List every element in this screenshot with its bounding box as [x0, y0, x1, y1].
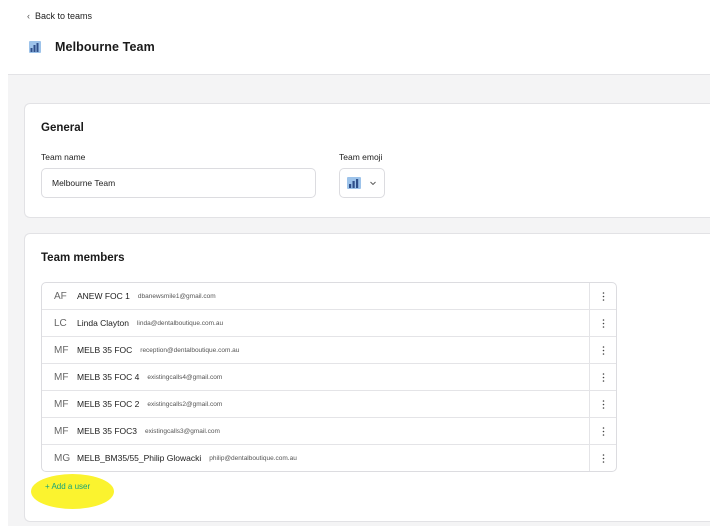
more-vertical-icon — [602, 453, 604, 463]
avatar: MF — [54, 425, 69, 437]
member-email: existingcalls4@gmail.com — [147, 373, 223, 381]
avatar: LC — [54, 317, 67, 329]
avatar: MG — [54, 452, 71, 464]
list-item: LC Linda Clayton linda@dentalboutique.co… — [42, 310, 616, 337]
team-name-input[interactable] — [41, 168, 316, 198]
more-vertical-icon — [602, 426, 604, 436]
more-vertical-icon — [602, 345, 604, 355]
chevron-left-icon: ‹ — [27, 11, 30, 21]
more-vertical-icon — [602, 372, 604, 382]
member-info: MF MELB 35 FOC reception@dentalboutique.… — [42, 337, 589, 363]
team-emoji-select[interactable] — [339, 168, 385, 198]
back-to-teams-link[interactable]: ‹ Back to teams — [27, 11, 92, 21]
avatar: MF — [54, 344, 69, 356]
member-info: AF ANEW FOC 1 dbanewsmile1@gmail.com — [42, 283, 589, 309]
page-title: Melbourne Team — [55, 40, 155, 54]
member-name: MELB_BM35/55_Philip Glowacki — [77, 453, 202, 463]
bar-chart-emoji-icon — [347, 177, 361, 189]
team-members-card: Team members AF ANEW FOC 1 dbanewsmile1@… — [24, 233, 710, 522]
avatar: AF — [54, 290, 67, 302]
chevron-down-icon — [370, 181, 376, 186]
member-name: MELB 35 FOC3 — [77, 426, 137, 436]
list-item: AF ANEW FOC 1 dbanewsmile1@gmail.com — [42, 283, 616, 310]
list-item: MF MELB 35 FOC reception@dentalboutique.… — [42, 337, 616, 364]
avatar: MF — [54, 371, 69, 383]
add-user-link[interactable]: + Add a user — [45, 482, 90, 491]
member-options-button[interactable] — [589, 445, 616, 471]
more-vertical-icon — [602, 318, 604, 328]
member-options-button[interactable] — [589, 310, 616, 336]
member-name: MELB 35 FOC 4 — [77, 372, 140, 382]
member-options-button[interactable] — [589, 391, 616, 417]
back-label: Back to teams — [35, 11, 93, 21]
list-item: MF MELB 35 FOC3 existingcalls3@gmail.com — [42, 418, 616, 445]
member-name: ANEW FOC 1 — [77, 291, 130, 301]
member-options-button[interactable] — [589, 364, 616, 390]
member-email: reception@dentalboutique.com.au — [140, 346, 240, 354]
page-header: ‹ Back to teams Melbourne Team — [0, 0, 710, 74]
team-name-label: Team name — [41, 152, 86, 162]
member-info: LC Linda Clayton linda@dentalboutique.co… — [42, 310, 589, 336]
member-email: linda@dentalboutique.com.au — [136, 319, 224, 327]
member-name: Linda Clayton — [77, 318, 129, 328]
member-name: MELB 35 FOC — [77, 345, 133, 355]
general-heading: General — [41, 122, 84, 134]
list-item: MF MELB 35 FOC 4 existingcalls4@gmail.co… — [42, 364, 616, 391]
member-info: MF MELB 35 FOC3 existingcalls3@gmail.com — [42, 418, 589, 444]
highlight-annotation — [31, 474, 114, 509]
member-options-button[interactable] — [589, 337, 616, 363]
member-options-button[interactable] — [589, 418, 616, 444]
member-email: dbanewsmile1@gmail.com — [137, 292, 216, 300]
team-members-heading: Team members — [41, 252, 125, 264]
member-email: philip@dentalboutique.com.au — [209, 454, 297, 462]
member-info: MF MELB 35 FOC 2 existingcalls2@gmail.co… — [42, 391, 589, 417]
member-info: MG MELB_BM35/55_Philip Glowacki philip@d… — [42, 445, 589, 471]
member-email: existingcalls2@gmail.com — [147, 400, 223, 408]
title-row: Melbourne Team — [29, 40, 155, 54]
team-emoji-label: Team emoji — [339, 152, 383, 162]
members-list: AF ANEW FOC 1 dbanewsmile1@gmail.com LC … — [41, 282, 617, 472]
member-email: existingcalls3@gmail.com — [145, 427, 220, 435]
list-item: MF MELB 35 FOC 2 existingcalls2@gmail.co… — [42, 391, 616, 418]
bar-chart-emoji-icon — [29, 41, 41, 53]
more-vertical-icon — [602, 291, 604, 301]
more-vertical-icon — [602, 399, 604, 409]
general-card: General Team name Team emoji — [24, 103, 710, 218]
member-options-button[interactable] — [589, 283, 616, 309]
list-item: MG MELB_BM35/55_Philip Glowacki philip@d… — [42, 445, 616, 471]
avatar: MF — [54, 398, 69, 410]
member-name: MELB 35 FOC 2 — [77, 399, 140, 409]
member-info: MF MELB 35 FOC 4 existingcalls4@gmail.co… — [42, 364, 589, 390]
